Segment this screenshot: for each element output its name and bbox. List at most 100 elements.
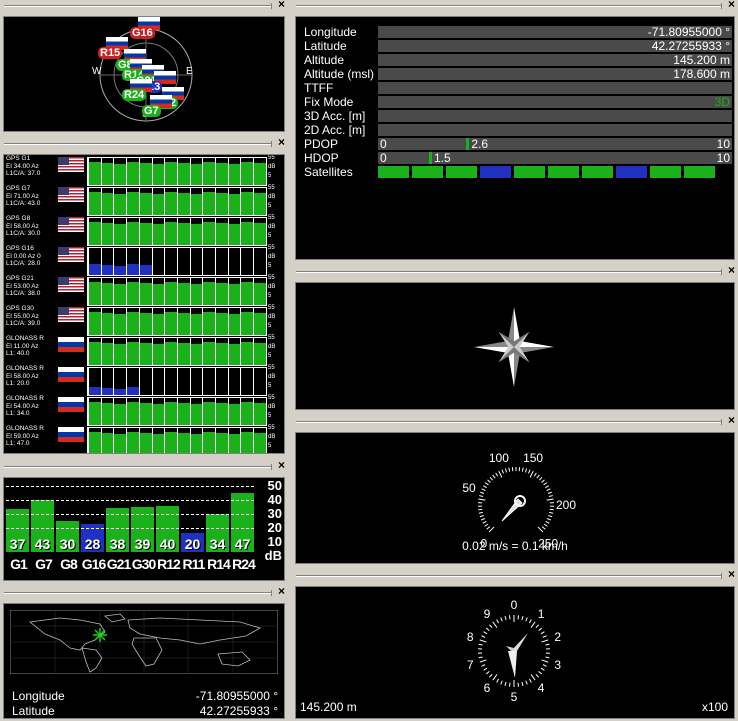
signal-bar [127,342,140,365]
signal-bar [177,432,190,453]
signal-bar [254,432,267,453]
speed-panel: × 100 150 50 200 0 250 0.02 m/s = 0.1 km/h [292,413,738,566]
altimeter-tick [496,619,500,624]
signal-grid-line [164,248,166,275]
signal-min-label: 5 [268,203,272,209]
close-icon[interactable]: × [728,567,735,581]
signal-bar [152,223,165,245]
snr-bar-value: 37 [6,536,29,552]
altimeter-tick [485,671,490,675]
info-row-value: 42.27255933 ° [651,39,730,53]
altimeter-tick [542,664,547,667]
info-row-value-box: 178.600 m [378,67,732,81]
sky-satellite-label[interactable]: R15 [98,47,123,59]
signal-bar [165,282,178,305]
signal-row: GLONASS R El 11.00 Az L1: 40.0 55 dB 5 [4,335,284,366]
map-panel-titlebar[interactable]: × [0,584,288,599]
signal-grid-line [176,368,178,395]
snr-grid-line [106,514,129,515]
snr-grid-line [131,486,154,487]
signal-bar [114,313,127,335]
sky-satellite-label[interactable]: G16 [130,27,155,39]
signal-bar [89,162,101,185]
satellite-segment [514,166,545,178]
snr-panel: × 37 G1 43 G7 30 G8 28 G16 38 G21 39 G30 40 R12 20 R11 3… [0,458,288,583]
hdop-value: 1.5 [434,151,451,165]
snr-grid-line [6,500,29,501]
signal-bar [114,265,127,275]
signal-bar [228,313,241,335]
signal-bar [216,342,228,365]
signal-row-label: GPS G16 El 0.00 Az 0 L1C/A: 28.0 [6,245,41,267]
signal-bar [152,313,165,335]
snr-grid-line [31,528,54,529]
signal-bar [114,193,127,215]
speed-tick [537,526,544,533]
close-icon[interactable]: × [278,135,285,149]
signal-unit-label: dB [268,284,276,290]
snr-bar-id: G16 [81,556,106,572]
signal-row-label: GPS G8 El 58.00 Az L1C/A: 30.0 [6,215,41,237]
speed-panel-titlebar[interactable]: × [292,413,738,428]
snr-grid-line [181,528,204,529]
altimeter-tick [538,671,543,675]
close-icon[interactable]: × [728,0,735,11]
signal-bar [177,342,190,365]
altimeter-tick-label: 1 [538,607,545,621]
info-row-value-box [378,124,732,136]
sky-satellite-label[interactable]: R24 [122,89,147,101]
signal-bar [139,162,152,185]
close-icon[interactable]: × [728,413,735,427]
close-icon[interactable]: × [278,0,285,11]
signal-bar [152,403,165,425]
snr-panel-titlebar[interactable]: × [0,458,288,473]
altimeter-tick [481,635,486,638]
close-icon[interactable]: × [278,584,285,598]
signal-bar [165,312,178,335]
map-panel: × Longitude -71.80955000 ° Latitude 42.2… [0,584,288,721]
altimeter-panel-titlebar[interactable]: × [292,567,738,582]
speed-tick [541,526,546,530]
info-row-label: Longitude [304,25,357,39]
sky-panel-titlebar[interactable]: × [0,0,288,12]
altimeter-tick [504,616,507,621]
signal-min-label: 5 [268,353,272,359]
snr-bar-value: 39 [131,536,154,552]
sky-dir-e: E [186,66,193,77]
altimeter-tick [492,674,498,681]
speed-tick [495,472,499,477]
snr-bar-value: 47 [231,536,254,552]
signal-bar [228,283,241,305]
signal-bar [190,343,203,365]
signal-panel-titlebar[interactable]: × [0,135,288,150]
snr-bar-value: 40 [156,536,179,552]
snr-grid-line [31,514,54,515]
snr-grid-line [231,486,254,487]
hdop-bar: 0 1.5 10 [378,151,732,165]
speed-tick [488,526,495,533]
signal-bar [203,312,216,335]
altimeter-tick [504,681,507,686]
speed-tick [508,467,511,472]
signal-bar [89,312,101,335]
speed-tick [484,482,489,486]
snr-view: 37 G1 43 G7 30 G8 28 G16 38 G21 39 G30 40 R12 20 R11 34 R… [3,477,285,581]
russia-flag-icon [58,397,84,412]
snr-grid-line [106,486,129,487]
close-icon[interactable]: × [728,263,735,277]
signal-bar [165,432,178,453]
satellites-row: Satellites [300,165,732,179]
signal-bar [177,312,190,335]
signal-bar [228,343,241,365]
sky-satellite-label[interactable]: G7 [142,105,161,117]
altimeter-tick [542,635,547,638]
signal-bars [87,397,267,426]
close-icon[interactable]: × [278,458,285,472]
info-panel-titlebar[interactable]: × [292,0,738,12]
snr-bar-value: 38 [106,536,129,552]
compass-panel-titlebar[interactable]: × [292,263,738,278]
snr-grid-line [56,514,79,515]
snr-bar-value: 34 [206,536,229,552]
speed-tick [546,488,551,491]
speed-tick [546,498,554,501]
